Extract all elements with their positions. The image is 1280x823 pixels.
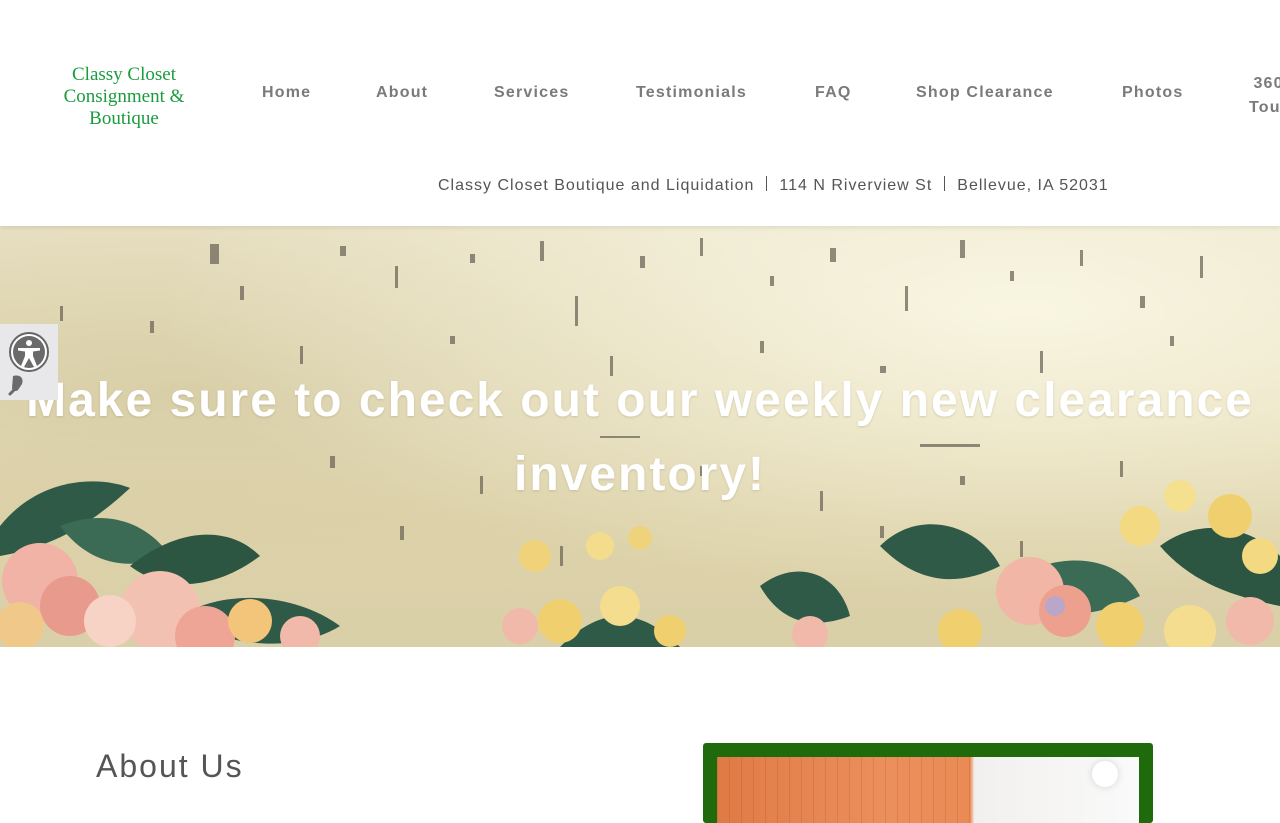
store-photo-frame <box>703 743 1153 823</box>
site-logo[interactable]: Classy Closet Consignment & Boutique <box>49 64 199 130</box>
nav-about[interactable]: About <box>376 84 428 102</box>
logo-line-1: Classy Closet <box>72 64 176 85</box>
business-info-bar: Classy Closet Boutique and Liquidation 11… <box>438 176 1109 195</box>
separator <box>766 176 768 191</box>
hero-heading-line-2: inventory! <box>513 448 767 501</box>
hero-heading: Make sure to check out our weekly new cl… <box>0 364 1280 512</box>
nav-shop-clearance[interactable]: Shop Clearance <box>916 84 1054 102</box>
hero-banner: Make sure to check out our weekly new cl… <box>0 226 1280 647</box>
business-city[interactable]: Bellevue, IA 52031 <box>957 177 1108 194</box>
nav-360-tour-line-1: 360 <box>1253 75 1280 92</box>
separator <box>944 176 946 191</box>
nav-360-tour[interactable]: 360 Tour <box>1249 72 1280 120</box>
nav-photos[interactable]: Photos <box>1122 84 1183 102</box>
nav-services[interactable]: Services <box>494 84 569 102</box>
site-header: Classy Closet Consignment & Boutique Hom… <box>0 0 1280 226</box>
business-street[interactable]: 114 N Riverview St <box>779 177 932 194</box>
light-fixture <box>1092 761 1118 787</box>
wall-paneling <box>717 757 977 823</box>
nav-faq[interactable]: FAQ <box>815 84 852 102</box>
accessibility-button[interactable] <box>0 324 58 400</box>
nav-testimonials[interactable]: Testimonials <box>636 84 747 102</box>
hero-heading-line-1: Make sure to check out our weekly new cl… <box>26 374 1254 427</box>
business-name: Classy Closet Boutique and Liquidation <box>438 177 755 194</box>
store-photo <box>717 757 1139 823</box>
about-heading: About Us <box>96 748 244 784</box>
nav-home[interactable]: Home <box>262 84 311 102</box>
accessibility-icon <box>8 332 49 396</box>
nav-360-tour-line-2: Tour <box>1249 99 1280 116</box>
logo-line-2: Consignment & Boutique <box>63 86 185 129</box>
